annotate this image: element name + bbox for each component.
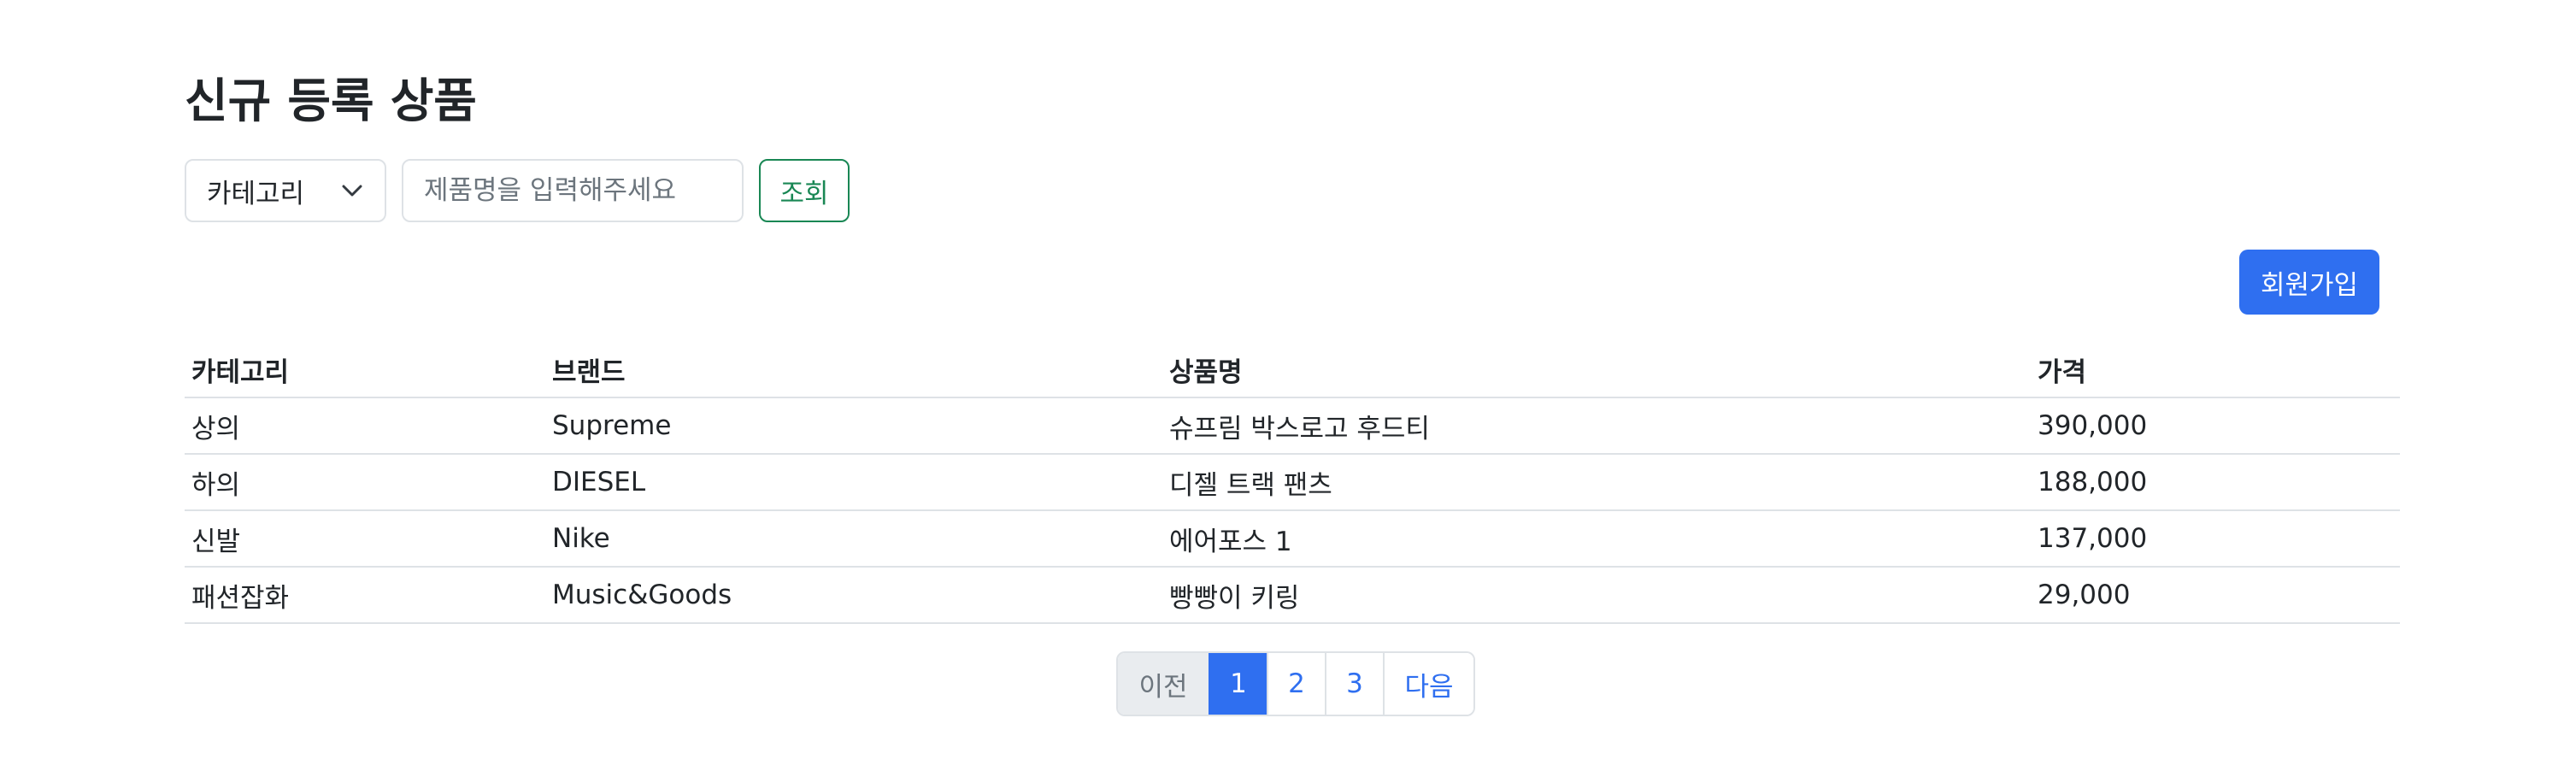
pagination-next[interactable]: 다음 (1383, 653, 1473, 715)
signup-button[interactable]: 회원가입 (2239, 250, 2379, 315)
table-row: 하의 DIESEL 디젤 트랙 팬츠 188,000 (185, 454, 2400, 511)
cell-category: 상의 (185, 397, 545, 455)
product-name-search-input[interactable] (402, 159, 744, 222)
cell-category: 패션잡화 (185, 567, 545, 624)
table-row: 패션잡화 Music&Goods 빵빵이 키링 29,000 (185, 567, 2400, 624)
page-title: 신규 등록 상품 (185, 74, 477, 128)
cell-product-name: 에어포스 1 (1162, 510, 2031, 568)
pagination: 이전 1 2 3 다음 (1116, 651, 1475, 716)
table-row: 상의 Supreme 슈프림 박스로고 후드티 390,000 (185, 397, 2400, 455)
cell-price: 137,000 (2031, 510, 2400, 568)
cell-brand: Music&Goods (545, 567, 1162, 624)
cell-price: 188,000 (2031, 454, 2400, 511)
cell-category: 신발 (185, 510, 545, 568)
pagination-page-1[interactable]: 1 (1209, 653, 1267, 715)
search-bar: 카테고리 조회 (185, 159, 850, 222)
category-select[interactable]: 카테고리 (185, 159, 386, 222)
header-brand: 브랜드 (545, 342, 1162, 398)
cell-brand: Nike (545, 510, 1162, 568)
table-header-row: 카테고리 브랜드 상품명 가격 (185, 342, 2400, 398)
pagination-page-2[interactable]: 2 (1267, 653, 1325, 715)
cell-product-name: 빵빵이 키링 (1162, 567, 2031, 624)
cell-category: 하의 (185, 454, 545, 511)
cell-price: 390,000 (2031, 397, 2400, 455)
header-price: 가격 (2031, 342, 2400, 398)
chevron-down-icon (342, 185, 362, 197)
category-select-value: 카테고리 (207, 178, 305, 209)
header-product-name: 상품명 (1162, 342, 2031, 398)
header-category: 카테고리 (185, 342, 545, 398)
table-row: 신발 Nike 에어포스 1 137,000 (185, 510, 2400, 568)
pagination-prev[interactable]: 이전 (1118, 653, 1209, 715)
cell-brand: DIESEL (545, 454, 1162, 511)
cell-brand: Supreme (545, 397, 1162, 455)
pagination-page-3[interactable]: 3 (1325, 653, 1383, 715)
cell-product-name: 슈프림 박스로고 후드티 (1162, 397, 2031, 455)
cell-product-name: 디젤 트랙 팬츠 (1162, 454, 2031, 511)
page-container: 신규 등록 상품 카테고리 조회 회원가입 카테고리 브랜드 상품명 가격 상의 (185, 0, 2400, 771)
product-table: 카테고리 브랜드 상품명 가격 상의 Supreme 슈프림 박스로고 후드티 … (185, 342, 2400, 624)
search-button[interactable]: 조회 (759, 159, 850, 222)
cell-price: 29,000 (2031, 567, 2400, 624)
